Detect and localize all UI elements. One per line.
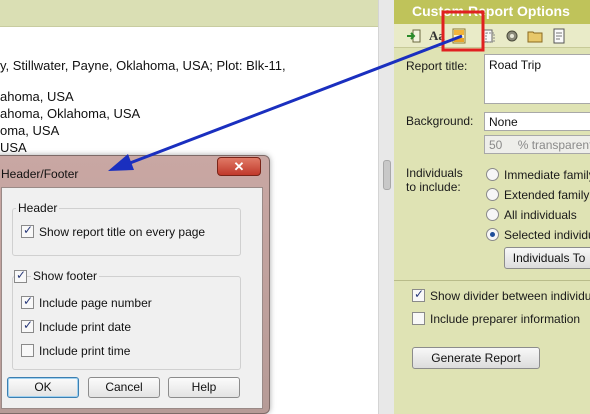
options-header: Custom Report Options: [394, 0, 590, 24]
generate-report-button[interactable]: Generate Report: [412, 347, 540, 369]
show-divider-checkbox[interactable]: [412, 287, 425, 302]
vertical-scrollbar[interactable]: [378, 0, 394, 414]
all-individuals-radio[interactable]: [486, 208, 499, 221]
show-footer-checkbox[interactable]: [14, 268, 27, 283]
background-select[interactable]: None: [484, 112, 590, 131]
report-top-bar: [0, 0, 378, 27]
settings-icon[interactable]: [504, 28, 520, 44]
individuals-label: Individuals to include:: [406, 166, 463, 194]
show-report-title-label: Show report title on every page: [39, 225, 206, 239]
all-individuals-label: All individuals: [504, 208, 577, 222]
report-line: ahoma, Oklahoma, USA: [0, 106, 141, 121]
options-title: Custom Report Options: [412, 3, 570, 19]
section-divider: [394, 280, 590, 281]
font-icon[interactable]: Aa: [429, 28, 445, 44]
report-line: oma, USA: [0, 123, 60, 138]
include-print-date-label: Include print date: [39, 320, 132, 334]
extended-family-label: Extended family: [504, 188, 590, 202]
individuals-to-include-button[interactable]: Individuals To: [504, 247, 590, 269]
help-button[interactable]: Help: [168, 377, 240, 398]
immediate-family-radio[interactable]: [486, 168, 499, 181]
include-page-number-checkbox[interactable]: [21, 294, 34, 309]
include-print-time-checkbox[interactable]: [21, 344, 34, 357]
include-print-time-label: Include print time: [39, 344, 131, 358]
options-toolbar: Aa: [394, 24, 590, 48]
header-footer-dialog: Header/Footer ✕ Header Show report title…: [0, 155, 270, 414]
ok-button[interactable]: OK: [7, 377, 79, 398]
report-title-label: Report title:: [406, 59, 468, 73]
include-preparer-checkbox[interactable]: [412, 312, 425, 325]
transparency-field[interactable]: 50 % transparent: [484, 135, 590, 154]
selected-individuals-radio[interactable]: [486, 228, 499, 241]
background-label: Background:: [406, 114, 474, 128]
header-footer-icon[interactable]: [451, 28, 467, 44]
include-print-date-checkbox[interactable]: [21, 318, 34, 333]
immediate-family-label: Immediate family: [504, 168, 590, 182]
header-group-label: Header: [16, 201, 60, 215]
report-line: ahoma, USA: [0, 89, 74, 104]
report-line: USA: [0, 140, 27, 155]
import-icon[interactable]: [406, 28, 422, 44]
report-title-input[interactable]: Road Trip: [484, 54, 590, 104]
dialog-body: Header Show report title on every page S…: [1, 187, 263, 409]
show-divider-label: Show divider between individuals: [430, 289, 590, 303]
page-layout-icon[interactable]: [480, 28, 496, 44]
cancel-button[interactable]: Cancel: [88, 377, 160, 398]
transparency-suffix: % transparent: [517, 138, 590, 152]
transparency-value: 50: [489, 138, 503, 152]
selected-individuals-label: Selected individuals: [504, 228, 590, 242]
close-button[interactable]: ✕: [217, 157, 261, 176]
show-report-title-checkbox[interactable]: [21, 223, 34, 238]
scrollbar-thumb[interactable]: [383, 160, 391, 190]
dialog-title: Header/Footer: [1, 167, 79, 181]
preview-icon[interactable]: [551, 28, 567, 44]
include-page-number-label: Include page number: [39, 296, 152, 310]
folder-icon[interactable]: [527, 28, 543, 44]
extended-family-radio[interactable]: [486, 188, 499, 201]
report-line: y, Stillwater, Payne, Oklahoma, USA; Plo…: [0, 58, 286, 73]
close-icon: ✕: [233, 159, 245, 174]
custom-report-options-panel: Custom Report Options Aa Report title: R…: [394, 0, 590, 414]
include-preparer-label: Include preparer information: [430, 312, 581, 326]
show-footer-label: Show footer: [31, 269, 100, 283]
